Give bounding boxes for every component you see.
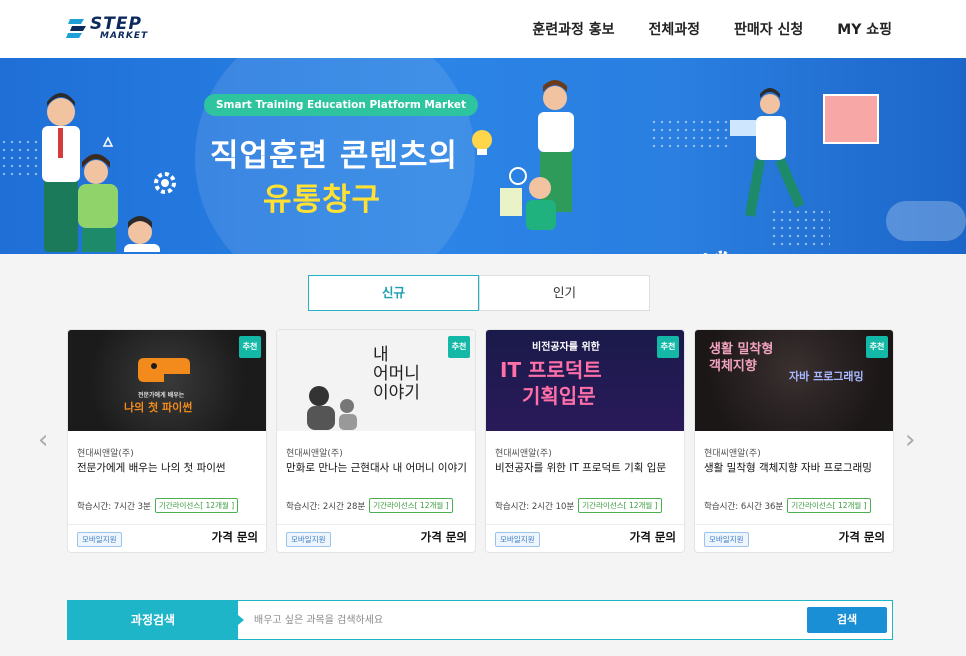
card-divider [68,524,266,525]
nav-seller-apply[interactable]: 판매자 신청 [734,19,803,39]
thumb-title: 이야기 [373,383,420,403]
gear-icon [154,172,176,194]
course-thumbnail: 내 어머니 이야기 [277,330,475,431]
site-header: STEP MARKET 훈련과정 홍보 전체과정 판매자 신청 MY 쇼핑 [0,0,966,58]
thumb-title: 나의 첫 파이썬 [124,401,193,414]
course-thumbnail: 비전공자를 위한 IT 프로덕트 기획입문 [486,330,684,431]
cloud-decoration [886,201,966,241]
lightbulb-icon [472,130,492,155]
logo-market-text: MARKET [100,31,149,41]
recommended-badge: 추천 [239,336,261,358]
course-duration: 학습시간: 7시간 3분 기간라이선스[ 12개월 ] [77,498,239,513]
banner-dots-decoration [650,118,730,148]
thumb-title: 자바 프로그래밍 [789,370,864,383]
course-title[interactable]: 만화로 만나는 근현대사 내 어머니 이야기 [286,460,474,475]
recommended-badge: 추천 [448,336,470,358]
duration-text: 학습시간: 2시간 28분 [286,501,366,512]
course-duration: 학습시간: 2시간 28분 기간라이선스[ 12개월 ] [286,498,453,513]
mobile-support-tag: 모바일지원 [495,532,540,547]
python-logo-icon [138,358,190,382]
card-divider [486,524,684,525]
logo-mark-icon [66,19,86,38]
course-title[interactable]: 전문가에게 배우는 나의 첫 파이썬 [77,460,265,475]
banner-title-line1: 직업훈련 콘텐츠의 [210,138,458,174]
card-divider [695,524,893,525]
course-thumbnail: 전문가에게 배우는 나의 첫 파이썬 [68,330,266,431]
course-title[interactable]: 생활 밀착형 객체지향 자바 프로그래밍 [704,460,892,475]
nav-all-courses[interactable]: 전체과정 [648,19,700,39]
mobile-support-tag: 모바일지원 [286,532,331,547]
search-label: 과정검색 [68,601,244,639]
search-input[interactable] [254,610,774,630]
gears-icon [699,250,729,254]
card-divider [277,524,475,525]
tab-new[interactable]: 신규 [308,275,479,311]
course-title[interactable]: 비전공자를 위한 IT 프로덕트 기획 입문 [495,460,683,475]
carousel-next-arrow-icon[interactable]: › [905,427,915,453]
course-vendor: 현대씨앤알(주) [704,449,761,459]
duration-text: 학습시간: 2시간 10분 [495,501,575,512]
thumb-subtitle: 비전공자를 위한 [532,342,600,353]
price-inquiry[interactable]: 가격 문의 [421,529,467,545]
license-tag: 기간라이선스[ 12개월 ] [369,498,453,513]
course-card[interactable]: 전문가에게 배우는 나의 첫 파이썬 추천 현대씨앤알(주) 전문가에게 배우는… [67,329,267,553]
course-card-list: 전문가에게 배우는 나의 첫 파이썬 추천 현대씨앤알(주) 전문가에게 배우는… [67,329,894,553]
person-laptop-illustration [730,88,805,217]
price-inquiry[interactable]: 가격 문의 [630,529,676,545]
course-duration: 학습시간: 2시간 10분 기간라이선스[ 12개월 ] [495,498,662,513]
step-market-logo[interactable]: STEP MARKET [66,14,166,44]
thumb-subtitle: 전문가에게 배우는 [138,392,185,399]
banner-title-line2: 유통창구 [263,182,382,218]
course-vendor: 현대씨앤알(주) [286,449,343,459]
duration-text: 학습시간: 6시간 36분 [704,501,784,512]
carousel-prev-arrow-icon[interactable]: ‹ [38,427,48,453]
people-illustration-left [42,93,160,252]
hero-banner[interactable]: Smart Training Education Platform Market… [0,58,966,254]
board-illustration [823,94,879,144]
banner-tagline-pill: Smart Training Education Platform Market [204,94,478,116]
license-tag: 기간라이선스[ 12개월 ] [787,498,871,513]
license-tag: 기간라이선스[ 12개월 ] [578,498,662,513]
nav-my-shopping[interactable]: MY 쇼핑 [837,19,892,39]
course-thumbnail: 생활 밀착형 객체지향 자바 프로그래밍 [695,330,893,431]
tab-popular[interactable]: 인기 [479,275,650,311]
license-tag: 기간라이선스[ 12개월 ] [154,498,239,513]
course-tabs: 신규 인기 [308,275,650,311]
mobile-support-tag: 모바일지원 [77,532,122,547]
thumb-title: 객체지향 [709,359,757,374]
course-card[interactable]: 비전공자를 위한 IT 프로덕트 기획입문 추천 현대씨앤알(주) 비전공자를 … [485,329,685,553]
thumb-title: IT 프로덕트 [500,358,602,382]
price-inquiry[interactable]: 가격 문의 [839,529,885,545]
thumb-title: 기획입문 [522,384,596,408]
course-vendor: 현대씨앤알(주) [495,449,552,459]
course-search-bar: 과정검색 검색 [67,600,893,640]
search-button[interactable]: 검색 [807,607,887,633]
mother-illustration [307,386,357,430]
recommended-badge: 추천 [866,336,888,358]
recommended-badge: 추천 [657,336,679,358]
price-inquiry[interactable]: 가격 문의 [212,529,258,545]
people-illustration-center [500,80,574,230]
mobile-support-tag: 모바일지원 [704,532,749,547]
duration-text: 학습시간: 7시간 3분 [77,501,151,512]
course-duration: 학습시간: 6시간 36분 기간라이선스[ 12개월 ] [704,498,871,513]
main-nav: 훈련과정 홍보 전체과정 판매자 신청 MY 쇼핑 [498,19,892,39]
nav-training-promo[interactable]: 훈련과정 홍보 [532,19,614,39]
course-card[interactable]: 생활 밀착형 객체지향 자바 프로그래밍 추천 현대씨앤알(주) 생활 밀착형 … [694,329,894,553]
course-vendor: 현대씨앤알(주) [77,449,134,459]
course-card[interactable]: 내 어머니 이야기 추천 현대씨앤알(주) 만화로 만나는 근현대사 내 어머니… [276,329,476,553]
